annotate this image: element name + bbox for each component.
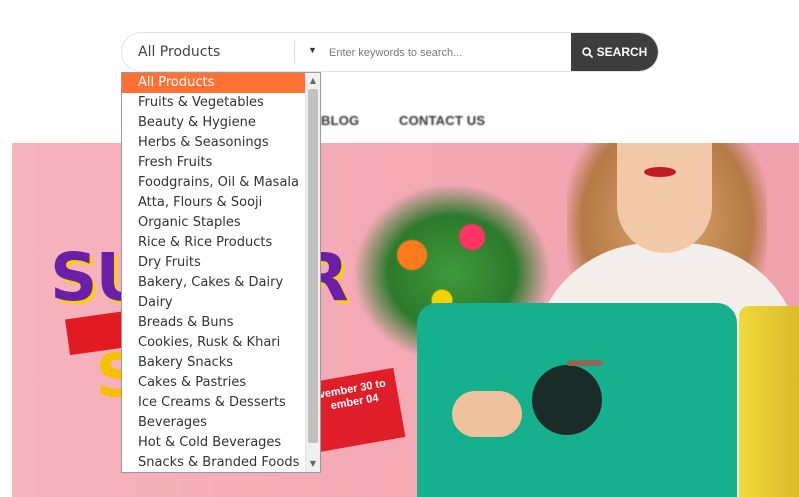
dropdown-option[interactable]: Bakery Snacks — [122, 353, 307, 373]
dropdown-option[interactable]: Fresh Fruits — [122, 153, 307, 173]
scroll-up-arrow-icon[interactable]: ▲ — [308, 75, 318, 87]
search-icon — [581, 46, 593, 58]
dropdown-option[interactable]: Atta, Flours & Sooji — [122, 193, 307, 213]
category-select-value[interactable]: All Products — [138, 44, 220, 60]
dropdown-option[interactable]: Organic Staples — [122, 213, 307, 233]
category-dropdown-list[interactable]: All Products Fruits & Vegetables Beauty & … — [121, 72, 321, 473]
dropdown-option[interactable]: Cakes & Pastries — [122, 373, 307, 393]
scroll-down-arrow-icon[interactable]: ▼ — [308, 458, 318, 470]
dropdown-option[interactable]: Ice Creams & Desserts — [122, 393, 307, 413]
gold-bag-image — [739, 306, 799, 497]
dropdown-option[interactable]: Foodgrains, Oil & Masala — [122, 173, 307, 193]
dropdown-option[interactable]: Cookies, Rusk & Khari — [122, 333, 307, 353]
hand-image — [452, 391, 522, 437]
search-input[interactable] — [327, 33, 571, 71]
dropdown-option[interactable]: Fruits & Vegetables — [122, 93, 307, 113]
nav-link-blog[interactable]: BLOG — [321, 113, 359, 128]
nav-link-contact-us[interactable]: CONTACT US — [399, 113, 485, 128]
dropdown-option[interactable]: Hot & Cold Beverages — [122, 433, 307, 453]
chevron-down-icon[interactable]: ▼ — [308, 45, 317, 55]
dropdown-option[interactable]: Rice & Rice Products — [122, 233, 307, 253]
dropdown-option[interactable]: Snacks & Branded Foods — [122, 453, 307, 472]
dropdown-option[interactable]: Dairy — [122, 293, 307, 313]
search-bar: All Products ▼ SEARCH — [121, 32, 659, 72]
dropdown-option[interactable]: Dry Fruits — [122, 253, 307, 273]
model-face-image — [617, 143, 712, 253]
category-select[interactable]: All Products ▼ — [122, 33, 317, 71]
select-divider — [294, 41, 295, 63]
bag-tag — [567, 360, 603, 366]
dropdown-option[interactable]: Herbs & Seasonings — [122, 133, 307, 153]
scroll-thumb[interactable] — [308, 89, 318, 443]
dropdown-option[interactable]: Breads & Buns — [122, 313, 307, 333]
dropdown-scrollbar[interactable]: ▲ ▼ — [305, 73, 320, 472]
dropdown-option[interactable]: All Products — [122, 73, 307, 93]
search-button[interactable]: SEARCH — [571, 33, 658, 71]
search-button-label: SEARCH — [596, 45, 648, 59]
dropdown-option[interactable]: Beauty & Hygiene — [122, 113, 307, 133]
dropdown-option[interactable]: Bakery, Cakes & Dairy — [122, 273, 307, 293]
bag-handle-hole — [532, 365, 602, 435]
model-lips-image — [644, 167, 676, 177]
dropdown-option[interactable]: Beverages — [122, 413, 307, 433]
date-badge: vember 30 to ember 04 — [306, 367, 406, 453]
